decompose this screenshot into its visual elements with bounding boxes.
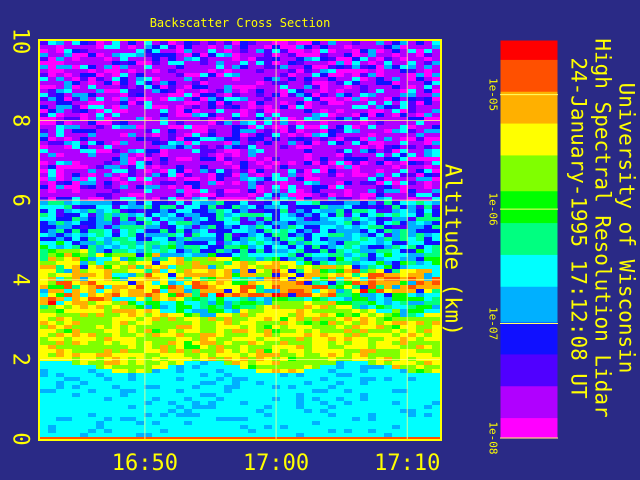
x-tick-label: 16:50 xyxy=(112,451,178,476)
colorbar-tick-label: 1e-06 xyxy=(487,193,500,226)
x-tick-label: 17:00 xyxy=(243,451,309,476)
backscatter-chart: Backscatter Cross Section 0 2 4 6 8 10 16:50 1… xyxy=(8,16,559,476)
colorbar xyxy=(499,39,559,439)
chart-title: Backscatter Cross Section xyxy=(150,16,331,30)
colorbar-tick-label: 1e-08 xyxy=(487,421,500,454)
y-tick-label: 8 xyxy=(8,114,33,127)
y-tick-label: 10 xyxy=(8,28,33,55)
y-tick-label: 4 xyxy=(8,273,33,286)
y-tick-label: 0 xyxy=(8,432,33,445)
colorbar-tick-label: 1e-07 xyxy=(487,307,500,340)
x-tick-label: 17:10 xyxy=(374,451,440,476)
colorbar-tick-label: 1e-05 xyxy=(487,78,500,111)
heatmap xyxy=(40,41,440,441)
y-tick-label: 2 xyxy=(8,353,33,366)
y-tick-label: 6 xyxy=(8,194,33,207)
